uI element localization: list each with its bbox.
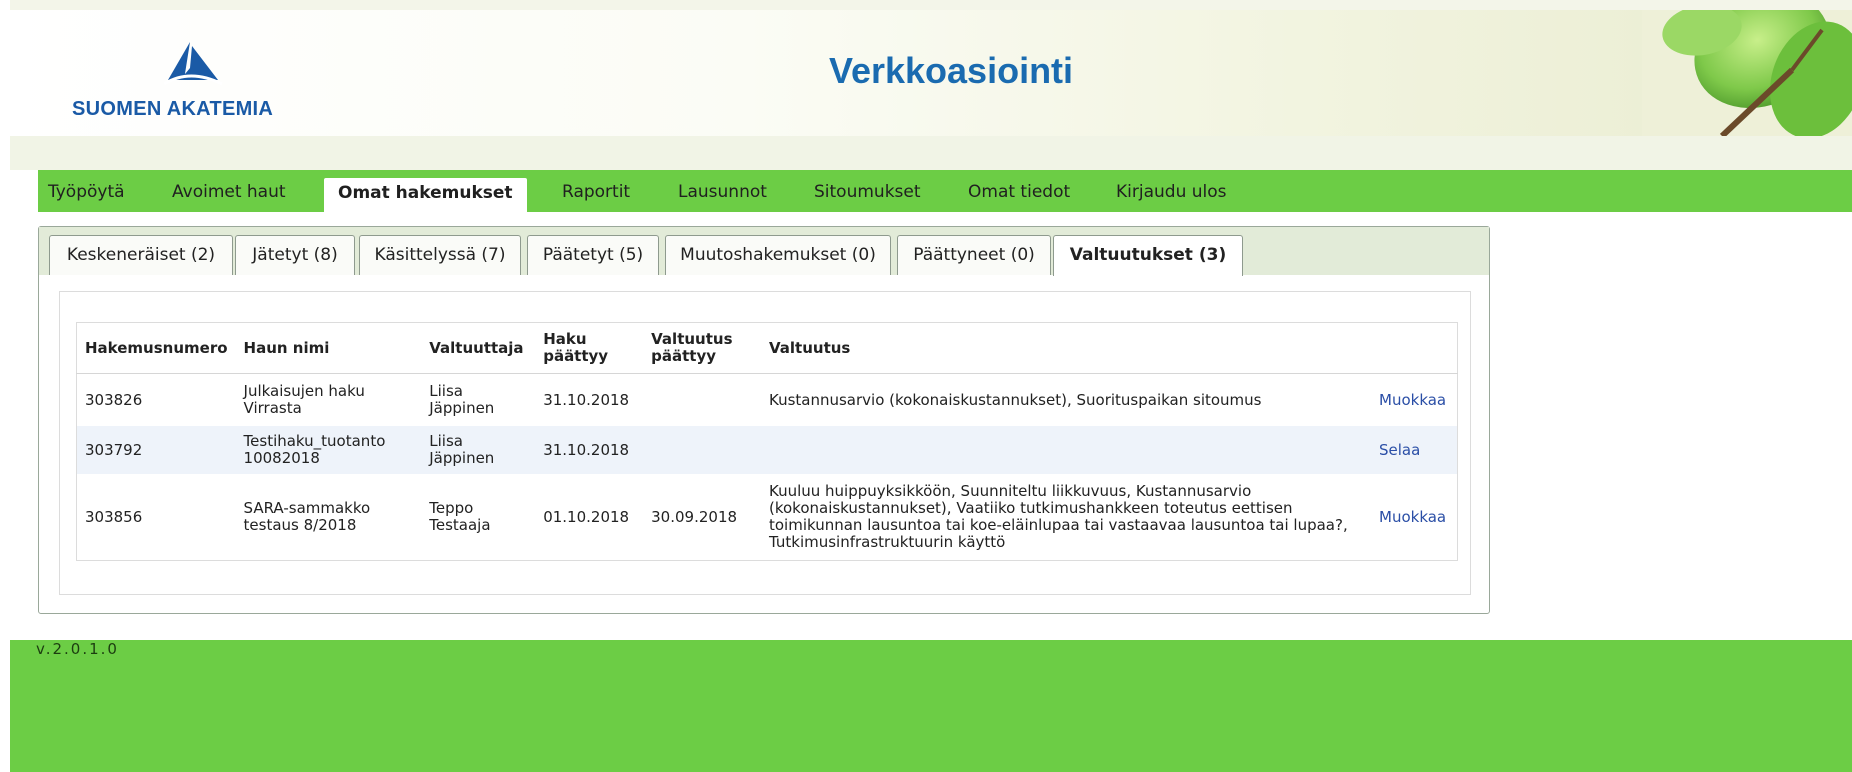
cell-valtuutus: [760, 426, 1371, 474]
col-hakemusnumero: Hakemusnumero: [76, 322, 236, 374]
nav-item-lausunnot[interactable]: Lausunnot: [678, 170, 767, 212]
table-header-row: Hakemusnumero Haun nimi Valtuuttaja Haku…: [76, 322, 1458, 374]
tab-valtuutukset[interactable]: Valtuutukset (3): [1053, 235, 1243, 276]
col-action: [1371, 322, 1458, 374]
tab-jatetyt[interactable]: Jätetyt (8): [235, 235, 355, 275]
leaf-image: [1642, 10, 1852, 136]
tab-paatetyt[interactable]: Päätetyt (5): [527, 235, 659, 275]
nav-item-raportit[interactable]: Raportit: [562, 170, 630, 212]
selaa-link[interactable]: Selaa: [1379, 441, 1420, 459]
table-row: 303826 Julkaisujen haku Virrasta Liisa J…: [77, 374, 1458, 427]
cell-valtuutus: Kuuluu huippuyksikköön, Suunniteltu liik…: [768, 482, 1348, 551]
header-top-strip: [10, 0, 1852, 10]
cell-haun-nimi: SARA-sammakko testaus 8/2018: [243, 499, 371, 534]
cell-hakemusnumero: 303856: [85, 507, 143, 526]
col-valtuutus: Valtuutus: [760, 322, 1371, 374]
muokkaa-link[interactable]: Muokkaa: [1379, 391, 1446, 409]
tab-paattyneet[interactable]: Päättyneet (0): [897, 235, 1051, 275]
header-bottom-strip: [10, 136, 1852, 170]
cell-valtuuttaja: Teppo Testaaja: [429, 499, 491, 534]
col-haku-paattyy: Haku päättyy: [535, 322, 644, 374]
cell-haku-paattyy: 31.10.2018: [543, 390, 630, 409]
cell-haun-nimi: Julkaisujen haku Virrasta: [243, 382, 365, 417]
cell-haun-nimi: Testihaku_tuotanto 10082018: [235, 426, 422, 474]
version-label: v.2.0.1.0: [36, 640, 119, 658]
nav-item-kirjaudu-ulos[interactable]: Kirjaudu ulos: [1116, 170, 1227, 212]
col-valtuuttaja: Valtuuttaja: [421, 322, 536, 374]
page-header: SUOMEN AKATEMIA Verkkoasiointi: [10, 10, 1852, 136]
valtuutukset-table: Hakemusnumero Haun nimi Valtuuttaja Haku…: [76, 322, 1458, 561]
table-row: 303856 SARA-sammakko testaus 8/2018 Tepp…: [77, 474, 1458, 561]
tab-kasittelyssa[interactable]: Käsittelyssä (7): [359, 235, 521, 275]
cell-hakemusnumero: 303792: [76, 426, 236, 474]
valtuutukset-content: Hakemusnumero Haun nimi Valtuuttaja Haku…: [59, 291, 1471, 595]
tab-keskeneraiset[interactable]: Keskeneräiset (2): [49, 235, 233, 275]
main-nav: Työpöytä Avoimet haut Omat hakemukset Ra…: [38, 170, 1852, 212]
page-title: Verkkoasiointi: [828, 50, 1074, 91]
cell-valtuutus-paattyy: [643, 374, 761, 427]
tab-muutoshakemukset[interactable]: Muutoshakemukset (0): [665, 235, 891, 275]
page-footer: v.2.0.1.0: [10, 640, 1852, 772]
cell-haku-paattyy: 31.10.2018: [535, 426, 644, 474]
table-row: 303792 Testihaku_tuotanto 10082018 Liisa…: [76, 426, 1458, 474]
cell-valtuutus-paattyy: 30.09.2018: [651, 507, 738, 526]
applications-panel: Keskeneräiset (2) Jätetyt (8) Käsittelys…: [38, 226, 1490, 614]
logo-text: SUOMEN AKATEMIA: [72, 98, 274, 120]
nav-item-omat-hakemukset[interactable]: Omat hakemukset: [324, 178, 527, 212]
cell-valtuuttaja: Liisa Jäppinen: [429, 382, 495, 417]
nav-item-sitoumukset[interactable]: Sitoumukset: [814, 170, 921, 212]
col-haun-nimi: Haun nimi: [235, 322, 422, 374]
cell-valtuuttaja: Liisa Jäppinen: [421, 426, 536, 474]
cell-hakemusnumero: 303826: [85, 390, 143, 409]
cell-haku-paattyy: 01.10.2018: [543, 507, 630, 526]
col-valtuutus-paattyy: Valtuutus päättyy: [643, 322, 761, 374]
nav-item-avoimet-haut[interactable]: Avoimet haut: [172, 170, 286, 212]
cell-valtuutus: Kustannusarvio (kokonaiskustannukset), S…: [768, 390, 1262, 409]
nav-item-omat-tiedot[interactable]: Omat tiedot: [968, 170, 1070, 212]
application-tabs: Keskeneräiset (2) Jätetyt (8) Käsittelys…: [39, 227, 1489, 276]
nav-item-tyopoyta[interactable]: Työpöytä: [48, 170, 125, 212]
cell-valtuutus-paattyy: [643, 426, 761, 474]
muokkaa-link[interactable]: Muokkaa: [1379, 508, 1446, 526]
